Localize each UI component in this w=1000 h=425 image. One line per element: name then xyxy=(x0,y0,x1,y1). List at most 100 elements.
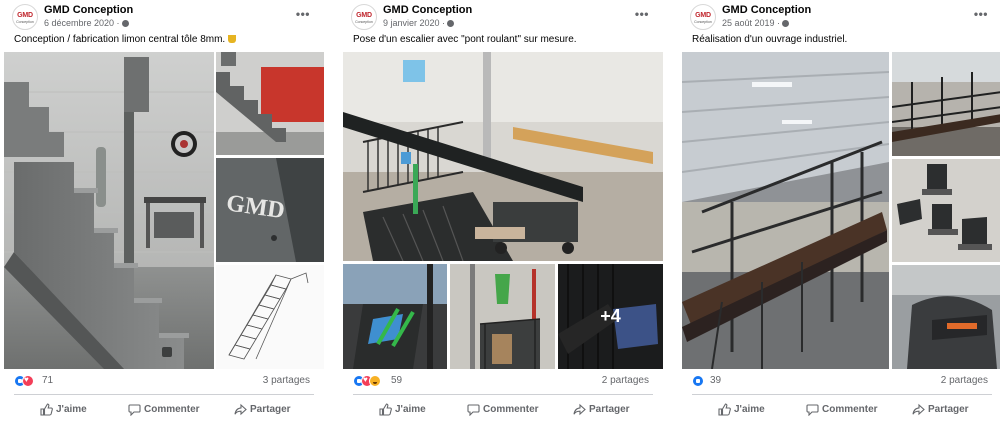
photo-tool[interactable] xyxy=(892,265,1000,369)
reaction-icons[interactable] xyxy=(692,375,704,387)
avatar-logo-text: GMD xyxy=(17,12,33,19)
post-caption: Conception / fabrication limon central t… xyxy=(14,34,237,45)
post-caption: Réalisation d'un ouvrage industriel. xyxy=(692,34,847,45)
share-count[interactable]: 2 partages xyxy=(602,375,649,386)
like-button[interactable]: J'aime xyxy=(379,402,426,418)
page-name-link[interactable]: GMD Conception xyxy=(722,4,811,16)
thumbs-up-icon xyxy=(718,403,731,416)
like-button[interactable]: J'aime xyxy=(40,402,87,418)
base-plates-illustration xyxy=(892,159,1000,262)
love-reaction-icon xyxy=(22,375,34,387)
photo-main-staircase[interactable] xyxy=(4,52,214,369)
post-date[interactable]: 25 août 2019 · xyxy=(722,18,790,28)
photo-stair-drawing[interactable] xyxy=(216,265,324,369)
photo-main-walkway[interactable] xyxy=(682,52,889,369)
post-actions: J'aime Commenter Partager xyxy=(682,399,1000,421)
comment-icon xyxy=(467,404,480,416)
post-date-text: 9 janvier 2020 · xyxy=(383,18,446,28)
avatar-logo-text: GMD xyxy=(695,12,711,19)
comment-button[interactable]: Commenter xyxy=(467,402,539,418)
share-count[interactable]: 3 partages xyxy=(263,375,310,386)
share-arrow-icon xyxy=(912,403,925,416)
reaction-icons[interactable] xyxy=(14,375,34,387)
post-actions: J'aime Commenter Partager xyxy=(343,399,663,421)
post-card-2: GMD Conception GMD Conception 9 janvier … xyxy=(343,0,663,425)
post-caption-text: Réalisation d'un ouvrage industriel. xyxy=(692,34,848,45)
thumbs-up-icon xyxy=(379,403,392,416)
like-reaction-icon xyxy=(692,375,704,387)
photo-stair-install-1[interactable] xyxy=(343,264,447,369)
post-card-1: GMD Conception GMD Conception 6 décembre… xyxy=(4,0,324,425)
post-card-3: GMD Conception GMD Conception 25 août 20… xyxy=(682,0,1000,425)
photo-staircase-detail[interactable] xyxy=(216,52,324,155)
gantry-photo-illustration xyxy=(343,52,663,261)
photo-walkway-frame[interactable] xyxy=(892,52,1000,156)
reactions-summary: 71 3 partages xyxy=(14,374,314,390)
reactions-summary: 59 2 partages xyxy=(353,374,653,390)
share-button[interactable]: Partager xyxy=(573,402,630,418)
like-button[interactable]: J'aime xyxy=(718,402,765,418)
photo-gallery xyxy=(682,52,1000,369)
haha-reaction-icon xyxy=(369,375,381,387)
photo-gallery: +4 xyxy=(343,52,663,369)
stair-drawing-illustration xyxy=(216,265,324,369)
share-button[interactable]: Partager xyxy=(234,402,291,418)
reaction-count[interactable]: 39 xyxy=(710,375,721,386)
stair-install-2-illustration xyxy=(450,264,555,369)
more-options-icon[interactable]: ••• xyxy=(296,7,310,21)
logo-plate-illustration: GMD xyxy=(216,158,324,262)
more-photos-count: +4 xyxy=(558,264,663,369)
post-header: GMD Conception GMD Conception 25 août 20… xyxy=(682,4,1000,32)
reaction-count[interactable]: 59 xyxy=(391,375,402,386)
photo-main-gantry[interactable] xyxy=(343,52,663,261)
divider xyxy=(14,394,314,395)
comment-button[interactable]: Commenter xyxy=(128,402,200,418)
more-options-icon[interactable]: ••• xyxy=(974,7,988,21)
divider xyxy=(692,394,992,395)
page-name-link[interactable]: GMD Conception xyxy=(44,4,133,16)
avatar-logo-text: GMD xyxy=(356,12,372,19)
photo-logo-plate[interactable]: GMD xyxy=(216,158,324,262)
reaction-icons[interactable] xyxy=(353,375,381,387)
tool-illustration xyxy=(892,265,1000,369)
post-caption: Pose d'un escalier avec "pont roulant" s… xyxy=(353,34,577,45)
page-avatar[interactable]: GMD Conception xyxy=(12,4,38,30)
globe-icon xyxy=(121,20,129,27)
share-arrow-icon xyxy=(234,403,247,416)
comment-button[interactable]: Commenter xyxy=(806,402,878,418)
post-header: GMD Conception GMD Conception 9 janvier … xyxy=(343,4,663,32)
share-button[interactable]: Partager xyxy=(912,402,969,418)
photo-more-overlay[interactable]: +4 xyxy=(558,264,663,369)
page-avatar[interactable]: GMD Conception xyxy=(351,4,377,30)
photo-base-plates[interactable] xyxy=(892,159,1000,262)
reactions-summary: 39 2 partages xyxy=(692,374,992,390)
share-arrow-icon xyxy=(573,403,586,416)
avatar-logo-sub: Conception xyxy=(355,20,373,24)
post-actions: J'aime Commenter Partager xyxy=(4,399,324,421)
staircase-photo-illustration xyxy=(4,52,214,369)
globe-icon xyxy=(447,20,455,27)
trophy-emoji-icon xyxy=(228,35,237,43)
reaction-count[interactable]: 71 xyxy=(42,375,53,386)
share-count[interactable]: 2 partages xyxy=(941,375,988,386)
avatar-logo-sub: Conception xyxy=(694,20,712,24)
walkway-frame-illustration xyxy=(892,52,1000,156)
walkway-photo-illustration xyxy=(682,52,889,369)
post-date-text: 25 août 2019 · xyxy=(722,18,781,28)
stair-install-1-illustration xyxy=(343,264,447,369)
divider xyxy=(353,394,653,395)
photo-stair-install-2[interactable] xyxy=(450,264,555,369)
post-date[interactable]: 9 janvier 2020 · xyxy=(383,18,455,28)
comment-icon xyxy=(128,404,141,416)
photo-gallery: GMD xyxy=(4,52,324,369)
globe-icon xyxy=(782,20,790,27)
post-caption-text: Pose d'un escalier avec "pont roulant" s… xyxy=(353,34,577,45)
post-date[interactable]: 6 décembre 2020 · xyxy=(44,18,129,28)
page-name-link[interactable]: GMD Conception xyxy=(383,4,472,16)
avatar-logo-sub: Conception xyxy=(16,20,34,24)
page-avatar[interactable]: GMD Conception xyxy=(690,4,716,30)
post-date-text: 6 décembre 2020 · xyxy=(44,18,120,28)
comment-icon xyxy=(806,404,819,416)
post-caption-text: Conception / fabrication limon central t… xyxy=(14,34,226,45)
more-options-icon[interactable]: ••• xyxy=(635,7,649,21)
